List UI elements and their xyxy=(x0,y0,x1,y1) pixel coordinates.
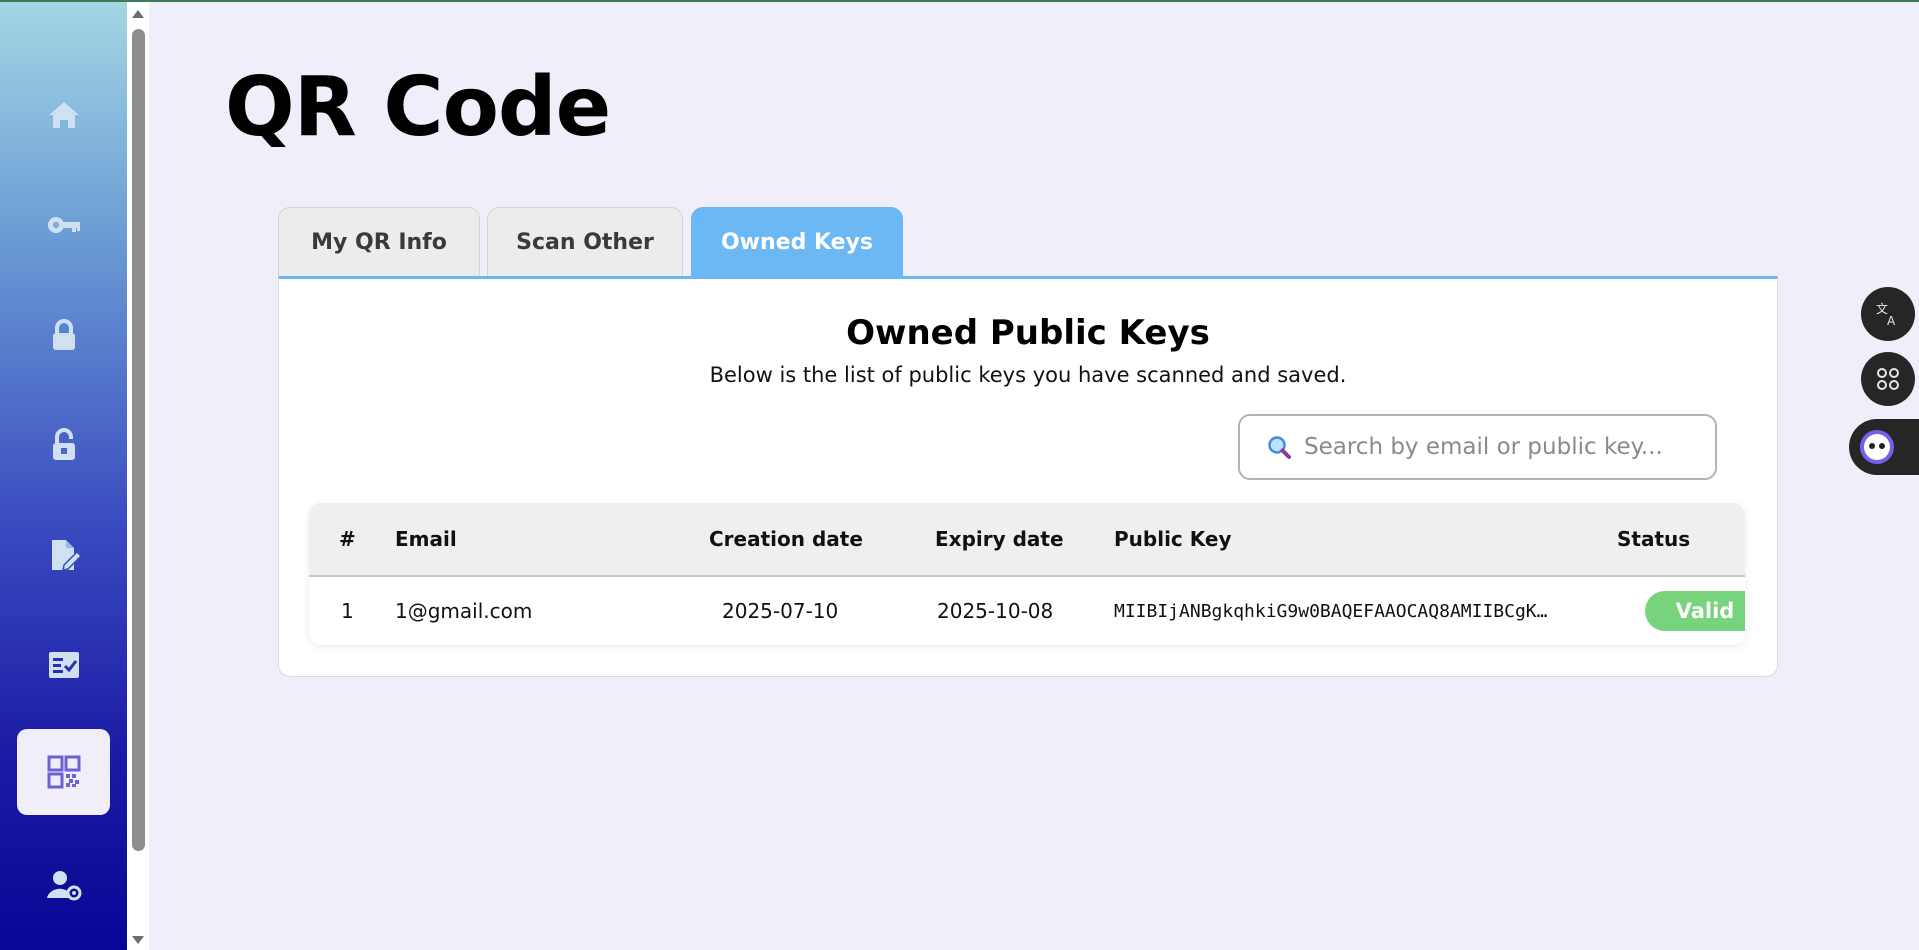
sidebar-item-keys[interactable] xyxy=(17,182,110,268)
sidebar-item-sign[interactable] xyxy=(17,512,110,598)
panel-heading: Owned Public Keys xyxy=(846,313,1210,353)
column-header-expiry-date: Expiry date xyxy=(935,527,1064,551)
lock-icon xyxy=(52,319,75,350)
command-icon xyxy=(1877,368,1899,390)
sidebar-item-decrypt[interactable] xyxy=(17,402,110,488)
home-icon xyxy=(48,102,79,128)
search-box[interactable] xyxy=(1238,414,1717,480)
assistant-bot-icon xyxy=(1860,430,1894,464)
scrollbar-thumb[interactable] xyxy=(132,29,145,851)
sidebar xyxy=(0,2,127,950)
sidebar-item-home[interactable] xyxy=(17,72,110,158)
tab-my-qr-info[interactable]: My QR Info xyxy=(278,207,480,276)
row-email: 1@gmail.com xyxy=(395,599,533,623)
key-icon xyxy=(47,217,80,233)
checklist-icon xyxy=(48,652,79,678)
column-header-email: Email xyxy=(395,527,457,551)
svg-text:A: A xyxy=(1887,314,1896,328)
column-header-index: # xyxy=(339,527,356,551)
sidebar-item-qr-code[interactable] xyxy=(17,729,110,815)
panel-subtitle: Below is the list of public keys you hav… xyxy=(709,363,1347,387)
scroll-up-arrow-icon[interactable] xyxy=(132,10,144,18)
qr-code-icon xyxy=(47,755,80,789)
tab-scan-other[interactable]: Scan Other xyxy=(487,207,683,276)
scroll-down-arrow-icon[interactable] xyxy=(132,936,144,944)
search-icon xyxy=(1268,436,1291,459)
status-badge: Valid xyxy=(1645,591,1745,631)
row-index: 1 xyxy=(341,599,354,623)
column-header-public-key: Public Key xyxy=(1114,527,1232,551)
translate-icon: 文A xyxy=(1876,301,1896,328)
user-settings-icon xyxy=(46,871,81,901)
column-header-creation-date: Creation date xyxy=(709,527,863,551)
command-button[interactable] xyxy=(1861,352,1915,406)
search-input[interactable] xyxy=(1302,433,1706,461)
table-row[interactable]: 1 1@gmail.com 2025-07-10 2025-10-08 MIIB… xyxy=(309,577,1745,645)
page-title: QR Code xyxy=(225,60,611,155)
table-header: # Email Creation date Expiry date Public… xyxy=(309,503,1745,577)
column-header-status: Status xyxy=(1617,527,1691,551)
unlock-icon xyxy=(52,428,75,460)
keys-table: # Email Creation date Expiry date Public… xyxy=(309,503,1745,645)
sidebar-item-user-settings[interactable] xyxy=(17,842,110,928)
row-creation-date: 2025-07-10 xyxy=(722,599,839,623)
translate-button[interactable]: 文A xyxy=(1861,287,1915,341)
sign-document-icon xyxy=(51,540,82,571)
sidebar-item-verify[interactable] xyxy=(17,622,110,708)
row-expiry-date: 2025-10-08 xyxy=(937,599,1054,623)
assistant-button[interactable] xyxy=(1849,419,1919,475)
owned-keys-panel: Owned Public Keys Below is the list of p… xyxy=(278,276,1778,677)
row-public-key: MIIBIjANBgkqhkiG9w0BAQEFAAOCAQ8AMIIBCgK… xyxy=(1114,600,1548,622)
tab-owned-keys[interactable]: Owned Keys xyxy=(691,207,903,276)
sidebar-item-encrypt[interactable] xyxy=(17,292,110,378)
scrollbar[interactable] xyxy=(127,2,149,950)
